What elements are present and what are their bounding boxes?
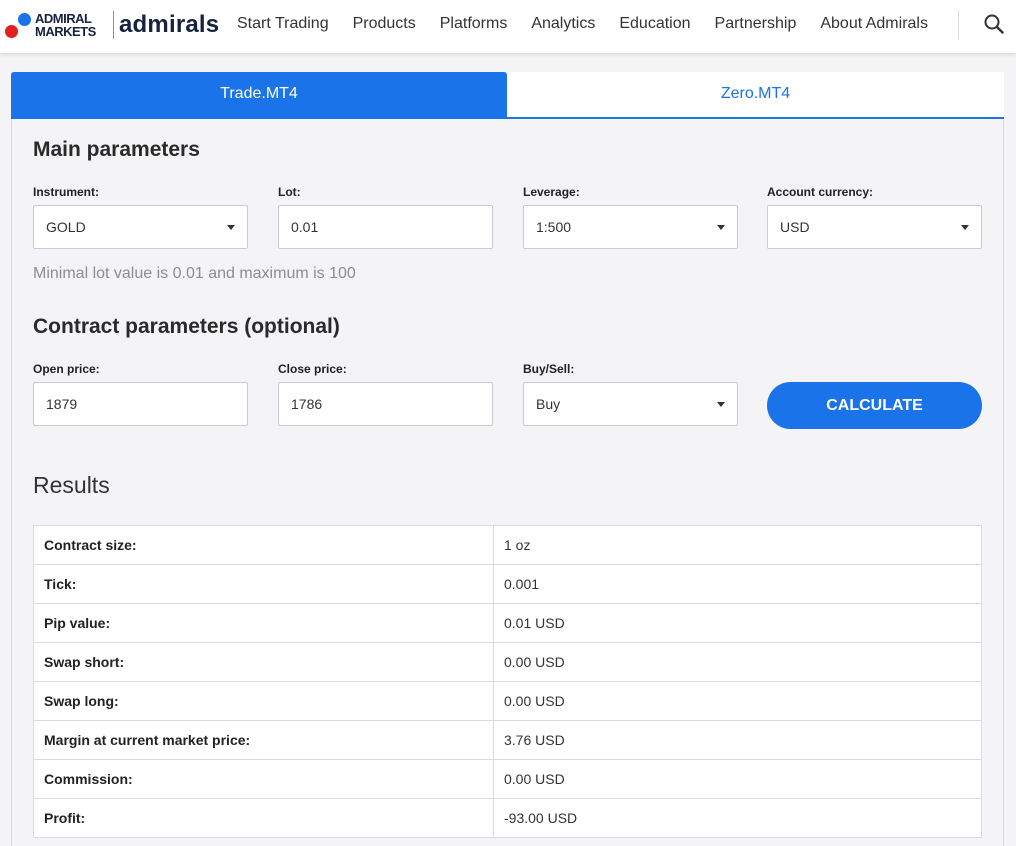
logo-dots-icon bbox=[5, 12, 35, 40]
chevron-down-icon bbox=[717, 225, 725, 230]
result-value: -93.00 USD bbox=[493, 798, 982, 838]
nav-education[interactable]: Education bbox=[607, 0, 702, 47]
instrument-select[interactable]: GOLD bbox=[33, 205, 248, 249]
table-row: Contract size: 1 oz bbox=[33, 525, 982, 565]
account-currency-select[interactable]: USD bbox=[767, 205, 982, 249]
lot-value: 0.01 bbox=[291, 219, 319, 235]
nav-partnership[interactable]: Partnership bbox=[703, 0, 809, 47]
chevron-down-icon bbox=[717, 402, 725, 407]
result-value: 0.01 USD bbox=[493, 603, 982, 643]
logo-line-2: MARKETS bbox=[35, 24, 96, 39]
top-navigation-bar: ADMIRAL MARKETS admirals Start Trading P… bbox=[0, 0, 1016, 53]
result-value: 0.001 bbox=[493, 564, 982, 604]
contract-parameters-heading: Contract parameters (optional) bbox=[33, 315, 340, 338]
table-row: Commission: 0.00 USD bbox=[33, 759, 982, 799]
search-button[interactable] bbox=[983, 13, 1005, 35]
results-heading: Results bbox=[33, 472, 110, 498]
result-key: Contract size: bbox=[33, 525, 494, 565]
leverage-value: 1:500 bbox=[536, 219, 572, 235]
tab-trade-mt4[interactable]: Trade.MT4 bbox=[11, 72, 507, 119]
account-currency-label: Account currency: bbox=[767, 185, 874, 199]
tab-zero-mt4[interactable]: Zero.MT4 bbox=[507, 72, 1004, 119]
logo-brand-text: admirals bbox=[119, 11, 220, 38]
close-price-label: Close price: bbox=[278, 362, 347, 376]
logo-separator bbox=[113, 11, 114, 39]
logo-blue-dot bbox=[18, 13, 31, 26]
results-table: Contract size: 1 oz Tick: 0.001 Pip valu… bbox=[33, 525, 982, 838]
buy-sell-select[interactable]: Buy bbox=[523, 382, 738, 426]
result-value: 0.00 USD bbox=[493, 681, 982, 721]
logo-admiral-markets: ADMIRAL MARKETS bbox=[35, 12, 96, 38]
result-key: Tick: bbox=[33, 564, 494, 604]
nav-start-trading[interactable]: Start Trading bbox=[225, 0, 341, 47]
leverage-label: Leverage: bbox=[523, 185, 580, 199]
result-key: Swap long: bbox=[33, 681, 494, 721]
instrument-value: GOLD bbox=[46, 219, 86, 235]
account-currency-value: USD bbox=[780, 219, 810, 235]
result-key: Swap short: bbox=[33, 642, 494, 682]
lot-input[interactable]: 0.01 bbox=[278, 205, 493, 249]
table-row: Tick: 0.001 bbox=[33, 564, 982, 604]
instrument-label: Instrument: bbox=[33, 185, 99, 199]
leverage-select[interactable]: 1:500 bbox=[523, 205, 738, 249]
table-row: Profit: -93.00 USD bbox=[33, 798, 982, 838]
result-value: 3.76 USD bbox=[493, 720, 982, 760]
close-price-value: 1786 bbox=[291, 396, 323, 412]
nav-divider bbox=[958, 10, 959, 40]
calculate-button[interactable]: CALCULATE bbox=[767, 382, 982, 429]
result-key: Pip value: bbox=[33, 603, 494, 643]
nav-about-admirals[interactable]: About Admirals bbox=[808, 0, 940, 47]
close-price-input[interactable]: 1786 bbox=[278, 382, 493, 426]
lot-label: Lot: bbox=[278, 185, 301, 199]
main-nav: Start Trading Products Platforms Analyti… bbox=[225, 0, 940, 47]
table-row: Pip value: 0.01 USD bbox=[33, 603, 982, 643]
result-value: 1 oz bbox=[493, 525, 982, 565]
logo-red-dot bbox=[5, 25, 18, 38]
nav-products[interactable]: Products bbox=[341, 0, 428, 47]
account-type-tabs: Trade.MT4 Zero.MT4 bbox=[11, 72, 1004, 119]
open-price-value: 1879 bbox=[46, 396, 78, 412]
main-parameters-heading: Main parameters bbox=[33, 138, 200, 161]
table-row: Swap long: 0.00 USD bbox=[33, 681, 982, 721]
nav-analytics[interactable]: Analytics bbox=[519, 0, 607, 47]
lot-hint-text: Minimal lot value is 0.01 and maximum is… bbox=[33, 265, 356, 282]
chevron-down-icon bbox=[227, 225, 235, 230]
chevron-down-icon bbox=[961, 225, 969, 230]
open-price-input[interactable]: 1879 bbox=[33, 382, 248, 426]
buy-sell-label: Buy/Sell: bbox=[523, 362, 575, 376]
table-row: Margin at current market price: 3.76 USD bbox=[33, 720, 982, 760]
result-key: Profit: bbox=[33, 798, 494, 838]
search-icon bbox=[984, 14, 1004, 34]
buy-sell-value: Buy bbox=[536, 396, 561, 412]
result-key: Margin at current market price: bbox=[33, 720, 494, 760]
result-key: Commission: bbox=[33, 759, 494, 799]
nav-platforms[interactable]: Platforms bbox=[428, 0, 520, 47]
result-value: 0.00 USD bbox=[493, 642, 982, 682]
admirals-logo[interactable]: ADMIRAL MARKETS admirals bbox=[5, 11, 220, 41]
result-value: 0.00 USD bbox=[493, 759, 982, 799]
open-price-label: Open price: bbox=[33, 362, 100, 376]
table-row: Swap short: 0.00 USD bbox=[33, 642, 982, 682]
